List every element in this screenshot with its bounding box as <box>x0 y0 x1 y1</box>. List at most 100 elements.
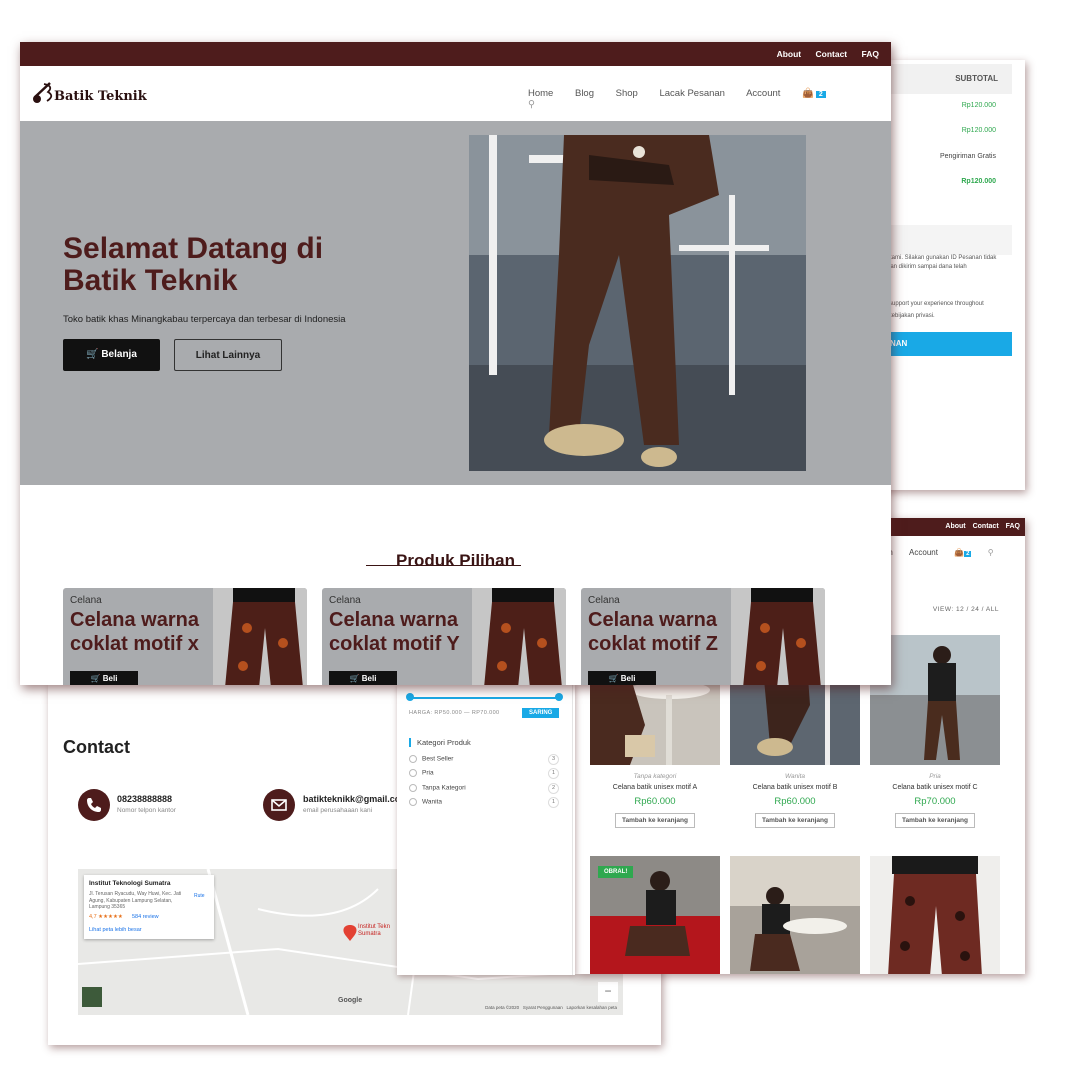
product-card[interactable] <box>730 856 860 974</box>
subtotal-value: Rp120.000 <box>961 127 996 134</box>
map-pin-label: Institut Tekn Sumatra <box>358 924 390 937</box>
phone-label: Nomor telpon kantor <box>117 807 176 814</box>
place-name: Institut Teknologi Sumatra <box>89 880 171 887</box>
cart-icon[interactable]: 👜 <box>954 548 964 557</box>
featured-card[interactable]: Celana Celana warna coklat motif Y 🛒 Bel… <box>322 588 566 685</box>
cart-icon: 🛒 <box>90 674 101 683</box>
hero-banner: Selamat Datang di Batik Teknik Toko bati… <box>20 121 891 485</box>
email-label: email perusahaaan kani <box>303 807 373 814</box>
checkout-note: k kami. Silakan gunakan ID Pesanan tidak… <box>884 255 997 270</box>
about-link[interactable]: About <box>945 523 965 530</box>
cart-icon: 🛒 <box>86 349 99 360</box>
category-item[interactable]: Tanpa Kategori 2 <box>409 783 559 794</box>
price-range-label: HARGA: RP50.000 — RP70.000 <box>409 710 500 716</box>
product-photo <box>870 856 1000 974</box>
featured-title[interactable]: Celana warna coklat motif Z <box>588 608 768 656</box>
featured-card[interactable]: Celana Celana warna coklat motif x 🛒 Bel… <box>63 588 307 685</box>
category-count: 1 <box>548 797 559 808</box>
nav-home[interactable]: Home <box>528 88 553 99</box>
phone-number[interactable]: 08238888888 <box>117 794 172 804</box>
buy-button[interactable]: 🛒 Beli <box>70 671 138 685</box>
product-card[interactable]: OBRAL! <box>590 856 720 974</box>
featured-card[interactable]: Celana Celana warna coklat motif Z 🛒 Bel… <box>581 588 825 685</box>
filter-screenshot: HARGA: RP50.000 — RP70.000 SARING Katego… <box>397 683 575 975</box>
nav-shop[interactable]: Shop <box>616 88 638 99</box>
buy-button[interactable]: 🛒 Beli <box>329 671 397 685</box>
product-image[interactable] <box>870 856 1000 974</box>
add-to-cart-button[interactable]: Tambah ke keranjang <box>755 813 835 828</box>
shop-button[interactable]: 🛒 Belanja <box>63 339 160 371</box>
cart-count: 2 <box>964 551 972 557</box>
featured-title[interactable]: Celana warna coklat motif x <box>70 608 250 656</box>
hero-title: Selamat Datang di Batik Teknik <box>63 232 324 297</box>
divider <box>572 683 573 975</box>
featured-title[interactable]: Celana warna coklat motif Y <box>329 608 509 656</box>
contact-title: Contact <box>63 737 130 757</box>
checkout-panel <box>880 225 1012 255</box>
subtotal-value: Rp120.000 <box>961 102 996 109</box>
nav-account[interactable]: Account <box>909 548 938 557</box>
privacy-note: r, support your experience throughout <box>884 301 984 307</box>
filter-button[interactable]: SARING <box>522 708 560 718</box>
price-slider[interactable] <box>409 697 559 699</box>
product-name[interactable]: Celana batik unisex motif C <box>870 784 1000 791</box>
category-item[interactable]: Best Seller 3 <box>409 754 559 765</box>
place-rating: 4,7 ★★★★★ <box>89 914 123 920</box>
product-price: Rp60.000 <box>774 796 816 807</box>
category-count: 3 <box>548 754 559 765</box>
add-to-cart-button[interactable]: Tambah ke keranjang <box>615 813 695 828</box>
search-icon[interactable]: ⚲ <box>988 548 994 557</box>
category-count: 2 <box>548 783 559 794</box>
contact-link[interactable]: Contact <box>973 523 999 530</box>
see-more-button[interactable]: Lihat Lainnya <box>174 339 282 371</box>
product-category: Tanpa kategori <box>633 773 677 780</box>
radio-icon <box>409 755 417 763</box>
category-item[interactable]: Pria 1 <box>409 768 559 779</box>
buy-button[interactable]: 🛒 Beli <box>588 671 656 685</box>
email-address[interactable]: batikteknikk@gmail.co <box>303 794 400 804</box>
featured-category: Celana <box>329 595 361 606</box>
product-name[interactable]: Celana batik unisex motif B <box>730 784 860 791</box>
product-card[interactable] <box>870 856 1000 974</box>
product-image[interactable] <box>730 856 860 974</box>
product-image[interactable]: OBRAL! <box>590 856 720 974</box>
product-category: Wanita <box>784 773 806 780</box>
hero-subtitle: Toko batik khas Minangkabau terpercaya d… <box>63 314 346 325</box>
larger-map-link[interactable]: Lihat peta lebih besar <box>89 927 142 933</box>
contact-link[interactable]: Contact <box>816 49 848 59</box>
zoom-out-button[interactable]: − <box>598 982 618 1002</box>
price-slider-max-handle[interactable] <box>555 693 563 701</box>
product-category: Pria <box>929 773 941 780</box>
search-icon[interactable]: ⚲ <box>528 99 535 110</box>
main-nav: Home Blog Shop Lacak Pesanan Account 👜 2 … <box>528 88 891 110</box>
subtotal-header: SUBTOTAL <box>880 64 1012 94</box>
place-order-button[interactable]: NAN <box>880 332 1012 356</box>
route-link[interactable]: Rute <box>194 893 205 899</box>
site-logo-text[interactable]: Batik Teknik <box>54 89 147 104</box>
radio-icon <box>409 784 417 792</box>
nav-track-order[interactable]: Lacak Pesanan <box>659 88 725 99</box>
category-count: 1 <box>548 768 559 779</box>
hero-photo <box>469 135 806 471</box>
cart-count: 2 <box>815 91 826 98</box>
checkout-screenshot: SUBTOTAL Rp120.000 Rp120.000 Pengiriman … <box>880 60 1025 490</box>
product-price: Rp60.000 <box>634 796 676 807</box>
view-selector[interactable]: VIEW: 12 / 24 / ALL <box>933 606 999 613</box>
email-icon <box>263 789 295 821</box>
shipping-value: Pengiriman Gratis <box>939 153 996 160</box>
cart-icon[interactable]: 👜 2 <box>802 88 845 99</box>
about-link[interactable]: About <box>777 49 802 59</box>
faq-link[interactable]: FAQ <box>1006 523 1020 530</box>
place-address: Jl. Terusan Ryacudu, Way Huwi, Kec. Jati… <box>89 891 182 910</box>
top-bar: About Contact FAQ <box>20 42 891 66</box>
cart-icon: 🛒 <box>349 674 360 683</box>
faq-link[interactable]: FAQ <box>862 49 879 59</box>
nav-account[interactable]: Account <box>746 88 780 99</box>
place-reviews-link[interactable]: 584 review <box>132 914 159 920</box>
product-name[interactable]: Celana batik unisex motif A <box>590 784 720 791</box>
price-slider-min-handle[interactable] <box>406 693 414 701</box>
category-item[interactable]: Wanita 1 <box>409 797 559 808</box>
add-to-cart-button[interactable]: Tambah ke keranjang <box>895 813 975 828</box>
site-header: Batik Teknik Home Blog Shop Lacak Pesana… <box>20 66 891 122</box>
nav-blog[interactable]: Blog <box>575 88 594 99</box>
